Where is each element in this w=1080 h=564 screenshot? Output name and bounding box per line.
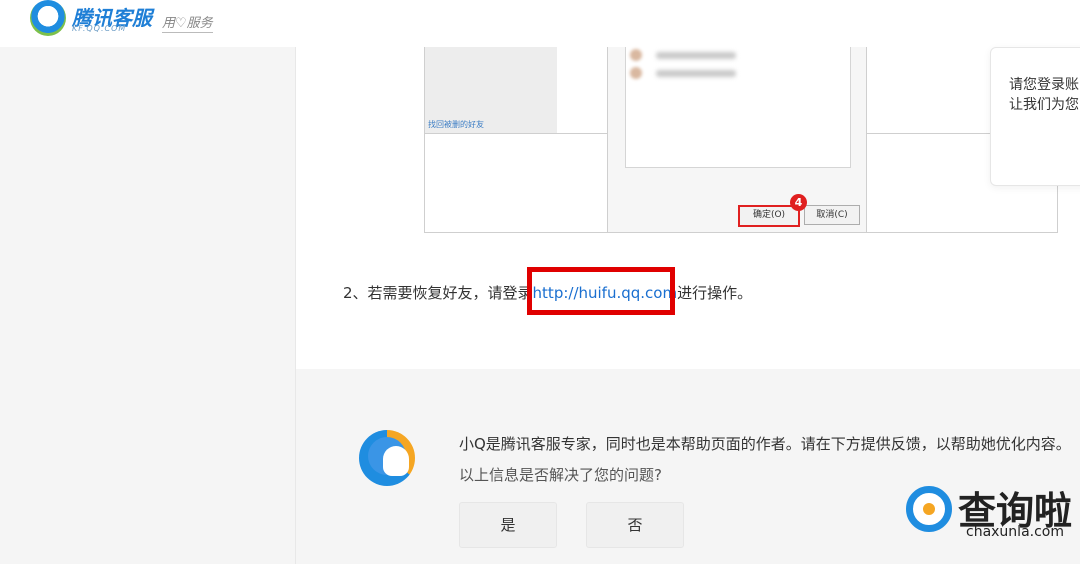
qq-logo-icon <box>30 0 66 36</box>
figure-divider <box>425 133 607 134</box>
figure-friend-list <box>625 47 851 168</box>
logo-slogan: 用♡服务 <box>162 12 213 33</box>
step-suffix: 进行操作。 <box>677 284 753 302</box>
popup-line-2: 让我们为您 <box>1009 97 1079 113</box>
blurred-name <box>656 52 736 59</box>
avatar-inner <box>368 437 409 476</box>
article-content: 找回被删的好友 确定(O) 取消(C) 4 2、若需要恢复好友，请登录http:… <box>296 47 1080 369</box>
top-header: 腾讯客服 KF.QQ.COM 用♡服务 <box>0 0 1080 48</box>
xiao-q-avatar-icon <box>359 430 415 486</box>
feedback-intro: 小Q是腾讯客服专家，同时也是本帮助页面的作者。请在下方提供反馈，以帮助她优化内容… <box>459 435 1071 453</box>
step-badge: 4 <box>790 194 807 211</box>
tencent-kf-logo[interactable]: 腾讯客服 KF.QQ.COM 用♡服务 <box>30 0 230 40</box>
step-prefix: 2、若需要恢复好友，请登录 <box>343 284 533 302</box>
figure-left-pane: 找回被删的好友 <box>425 47 557 133</box>
watermark-domain: chaxunla.com <box>966 524 1064 540</box>
figure-cancel-button: 取消(C) <box>804 205 860 225</box>
no-button[interactable]: 否 <box>586 502 684 548</box>
login-popup[interactable]: 请您登录账 让我们为您 <box>990 47 1080 186</box>
feedback-question: 以上信息是否解决了您的问题? <box>459 466 662 484</box>
logo-dot <box>923 503 935 515</box>
left-panel <box>0 47 296 564</box>
screenshot-figure: 找回被删的好友 确定(O) 取消(C) 4 <box>424 47 1058 233</box>
blurred-name <box>656 70 736 77</box>
chaxunla-watermark: 查询啦 chaxunla.com <box>902 478 1080 564</box>
popup-line-1: 请您登录账 <box>1009 77 1079 93</box>
chaxunla-logo-icon <box>906 486 952 532</box>
yes-button[interactable]: 是 <box>459 502 557 548</box>
logo-domain: KF.QQ.COM <box>72 24 127 33</box>
blurred-avatar <box>630 49 642 61</box>
figure-dialog: 确定(O) 取消(C) 4 <box>607 47 867 232</box>
avatar-face <box>383 446 409 476</box>
figure-ok-button: 确定(O) <box>738 205 800 227</box>
highlight-box <box>527 267 675 315</box>
figure-recover-link: 找回被删的好友 <box>428 120 484 129</box>
blurred-avatar <box>630 67 642 79</box>
